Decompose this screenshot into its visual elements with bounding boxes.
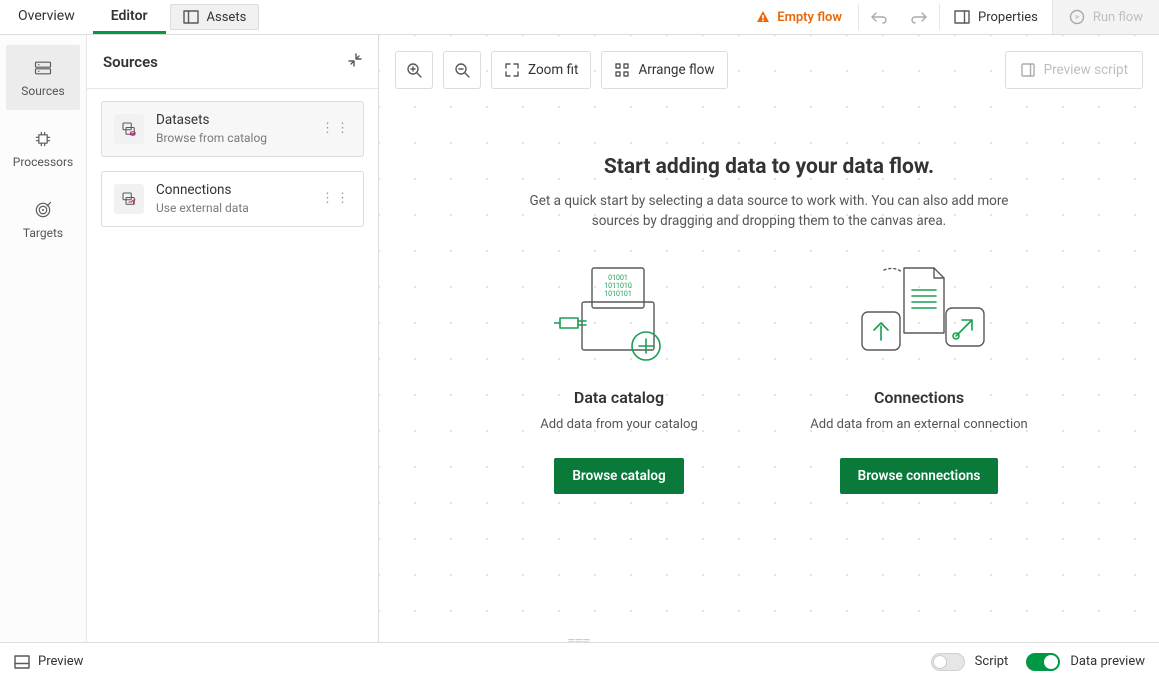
collapse-icon: [348, 53, 362, 67]
empty-heading: Start adding data to your data flow.: [469, 155, 1069, 179]
col-title: Data catalog: [574, 388, 664, 407]
preview-button[interactable]: Preview: [14, 654, 83, 669]
empty-columns: 01001 1011010 1010101 Data catalo: [469, 260, 1069, 494]
empty-col-catalog: 01001 1011010 1010101 Data catalo: [489, 260, 749, 494]
data-preview-toggle[interactable]: [1026, 653, 1060, 671]
left-rail: Sources Processors Targets: [0, 35, 87, 642]
assets-label: Assets: [207, 10, 247, 25]
zoom-fit-label: Zoom fit: [528, 62, 578, 78]
zoom-in-icon: [406, 62, 422, 78]
sources-panel: Sources Datasets Browse from catalog ⋮⋮: [87, 35, 379, 642]
panel-body: Datasets Browse from catalog ⋮⋮ Connecti…: [87, 89, 378, 239]
rail-label: Targets: [23, 226, 63, 240]
run-label: Run flow: [1093, 10, 1143, 25]
run-flow-button: Run flow: [1052, 0, 1159, 34]
source-card-datasets[interactable]: Datasets Browse from catalog ⋮⋮: [101, 101, 364, 157]
source-subtitle: Browse from catalog: [156, 131, 309, 147]
collapse-panel-button[interactable]: [348, 53, 362, 71]
empty-subheading: Get a quick start by selecting a data so…: [529, 191, 1009, 232]
processors-icon: [33, 129, 53, 149]
undo-icon: [870, 8, 888, 26]
drag-handle[interactable]: ⋮⋮: [321, 196, 351, 203]
canvas-toolbar: Zoom fit Arrange flow: [395, 51, 728, 89]
canvas[interactable]: Zoom fit Arrange flow Preview script Sta…: [379, 35, 1159, 642]
empty-flow-warning: Empty flow: [739, 0, 858, 34]
source-title: Connections: [156, 182, 309, 200]
rail-label: Sources: [21, 84, 64, 98]
drawer-handle[interactable]: ═══: [560, 638, 600, 642]
tab-strip: Overview Editor Assets: [0, 0, 259, 34]
rail-label: Processors: [13, 155, 74, 169]
empty-state: Start adding data to your data flow. Get…: [469, 155, 1069, 494]
datasets-icon: [114, 114, 144, 144]
tab-overview[interactable]: Overview: [0, 0, 93, 34]
sources-icon: [33, 58, 53, 78]
arrange-label: Arrange flow: [638, 62, 714, 78]
zoom-out-icon: [454, 62, 470, 78]
tab-label: Editor: [111, 8, 148, 24]
source-subtitle: Use external data: [156, 201, 309, 217]
rail-item-sources[interactable]: Sources: [6, 45, 80, 110]
script-icon: [1020, 62, 1036, 78]
zoom-out-button[interactable]: [443, 51, 481, 89]
bottom-bar: Preview Script Data preview: [0, 642, 1159, 680]
undo-button[interactable]: [859, 0, 899, 34]
panel-icon: [954, 10, 970, 24]
col-subtitle: Add data from your catalog: [540, 417, 698, 432]
panel-title: Sources: [103, 53, 158, 71]
browse-connections-button[interactable]: Browse connections: [840, 458, 999, 494]
zoom-fit-button[interactable]: Zoom fit: [491, 51, 591, 89]
redo-icon: [910, 8, 928, 26]
tab-editor[interactable]: Editor: [93, 0, 166, 34]
svg-text:01001: 01001: [608, 274, 628, 282]
connections-icon: [114, 184, 144, 214]
button-label: Browse catalog: [572, 468, 665, 484]
bottom-right: Script Data preview: [931, 653, 1145, 671]
button-label: Browse connections: [858, 468, 981, 484]
tab-label: Overview: [18, 8, 75, 24]
data-preview-label: Data preview: [1070, 654, 1145, 669]
fit-icon: [504, 62, 520, 78]
connections-illustration: [844, 260, 994, 370]
properties-label: Properties: [978, 10, 1038, 25]
script-toggle[interactable]: [931, 653, 965, 671]
play-icon: [1069, 9, 1085, 25]
targets-icon: [33, 200, 53, 220]
panel-icon: [183, 10, 199, 24]
assets-button[interactable]: Assets: [170, 4, 260, 30]
empty-col-connections: Connections Add data from an external co…: [789, 260, 1049, 494]
preview-script-label: Preview script: [1044, 62, 1128, 78]
properties-button[interactable]: Properties: [940, 0, 1052, 34]
rail-item-targets[interactable]: Targets: [6, 187, 80, 252]
col-subtitle: Add data from an external connection: [810, 417, 1027, 432]
arrange-icon: [614, 62, 630, 78]
col-title: Connections: [874, 388, 964, 407]
svg-text:1011010: 1011010: [604, 282, 632, 290]
drag-handle[interactable]: ⋮⋮: [321, 126, 351, 133]
top-right: Empty flow Properties Run flow: [739, 0, 1159, 34]
browse-catalog-button[interactable]: Browse catalog: [554, 458, 683, 494]
warning-icon: [755, 9, 771, 25]
source-text: Datasets Browse from catalog: [156, 112, 309, 146]
panel-icon: [14, 655, 30, 669]
preview-label: Preview: [38, 654, 83, 669]
panel-header: Sources: [87, 35, 378, 89]
zoom-in-button[interactable]: [395, 51, 433, 89]
svg-text:1010101: 1010101: [604, 290, 632, 298]
source-text: Connections Use external data: [156, 182, 309, 216]
rail-item-processors[interactable]: Processors: [6, 116, 80, 181]
catalog-illustration: 01001 1011010 1010101: [554, 260, 684, 370]
script-label: Script: [975, 654, 1009, 669]
top-bar: Overview Editor Assets Empty flow Proper…: [0, 0, 1159, 35]
source-card-connections[interactable]: Connections Use external data ⋮⋮: [101, 171, 364, 227]
empty-flow-label: Empty flow: [777, 10, 842, 25]
preview-script-button: Preview script: [1005, 51, 1143, 89]
arrange-flow-button[interactable]: Arrange flow: [601, 51, 727, 89]
body: Sources Processors Targets Sources Datas: [0, 35, 1159, 642]
redo-button[interactable]: [899, 0, 939, 34]
source-title: Datasets: [156, 112, 309, 130]
